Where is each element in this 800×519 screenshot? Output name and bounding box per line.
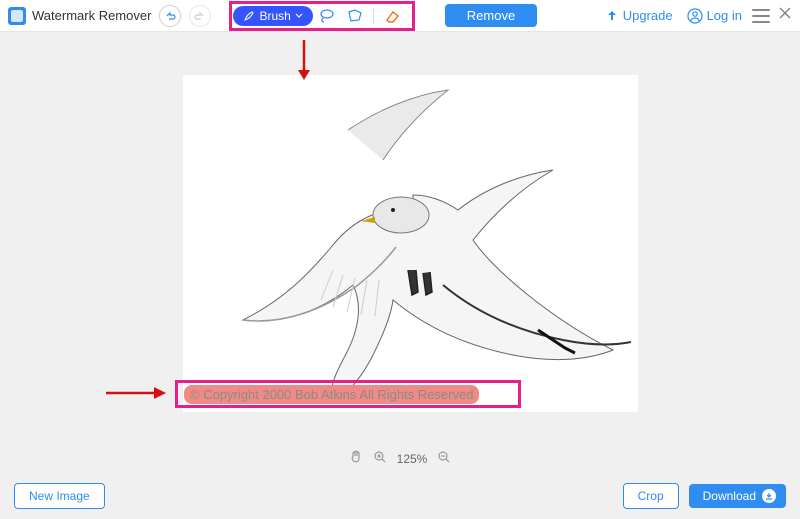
hand-icon [349, 450, 363, 464]
toolbar-divider [373, 8, 374, 24]
undo-icon [164, 10, 176, 22]
eraser-tool-button[interactable] [378, 5, 406, 27]
polygon-tool-button[interactable] [341, 5, 369, 27]
hand-tool-button[interactable] [349, 450, 363, 467]
zoom-out-icon [437, 450, 451, 464]
zoom-in-icon [373, 450, 387, 464]
footer-bar: New Image Crop Download [0, 483, 800, 509]
undo-button[interactable] [159, 5, 181, 27]
app-title: Watermark Remover [32, 8, 151, 23]
user-icon [687, 8, 703, 24]
polygon-icon [346, 8, 364, 24]
redo-button[interactable] [189, 5, 211, 27]
zoom-in-button[interactable] [373, 450, 387, 467]
watermark-text: © Copyright 2000 Bob Atkins All Rights R… [184, 385, 479, 404]
zoom-controls: 125% [0, 450, 800, 467]
download-button[interactable]: Download [689, 484, 786, 508]
redo-icon [194, 10, 206, 22]
brush-icon [243, 10, 255, 22]
login-link[interactable]: Log in [687, 8, 742, 24]
brush-tool-button[interactable]: Brush [233, 6, 312, 26]
brush-label: Brush [259, 9, 290, 23]
app-logo-icon [8, 7, 26, 25]
new-image-button[interactable]: New Image [14, 483, 105, 509]
close-button[interactable] [778, 6, 792, 25]
remove-button[interactable]: Remove [445, 4, 537, 27]
image-canvas[interactable] [183, 75, 638, 412]
seagull-image [183, 75, 638, 412]
watermark-selection-highlight: © Copyright 2000 Bob Atkins All Rights R… [175, 380, 521, 408]
tool-selection-highlight: Brush [229, 1, 414, 31]
zoom-level: 125% [397, 452, 428, 466]
menu-button[interactable] [752, 7, 770, 25]
close-icon [778, 6, 792, 20]
eraser-icon [383, 8, 401, 24]
header-bar: Watermark Remover Brush Remove Upgrade L… [0, 0, 800, 32]
annotation-arrow-right [106, 383, 166, 403]
upgrade-link[interactable]: Upgrade [605, 8, 673, 23]
zoom-out-button[interactable] [437, 450, 451, 467]
download-icon [762, 489, 776, 503]
annotation-arrow-down [293, 40, 315, 80]
lasso-tool-button[interactable] [313, 5, 341, 27]
chevron-down-icon [295, 12, 303, 20]
crop-button[interactable]: Crop [623, 483, 679, 509]
lasso-icon [318, 8, 336, 24]
upload-icon [605, 9, 619, 23]
